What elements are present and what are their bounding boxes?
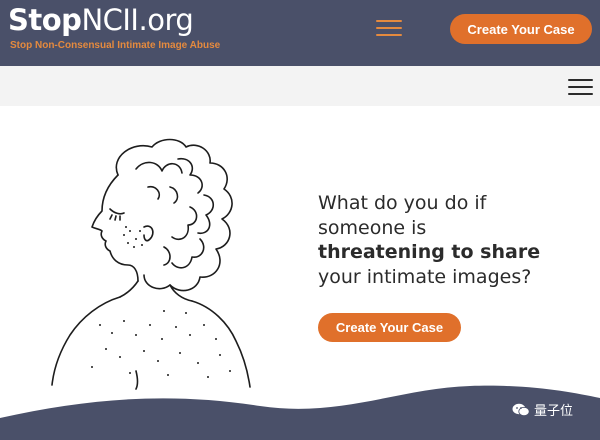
footer-wave [0, 385, 600, 440]
menu-bar [568, 86, 593, 88]
secondary-menu-icon[interactable] [568, 79, 593, 95]
hero-headline: What do you do if someone is threatening … [318, 191, 578, 289]
menu-bar [568, 93, 593, 95]
site-header: StopNCII.org Stop Non-Consensual Intimat… [0, 0, 600, 66]
watermark-text: 量子位 [534, 403, 574, 418]
menu-bar [568, 79, 593, 81]
menu-bar [376, 20, 402, 22]
menu-bar [376, 27, 402, 29]
headline-outro: your intimate images? [318, 265, 532, 288]
watermark: 量子位 [512, 400, 573, 419]
wechat-icon [512, 403, 530, 416]
site-tagline: Stop Non-Consensual Intimate Image Abuse [10, 40, 221, 51]
header-create-case-button[interactable]: Create Your Case [450, 14, 592, 44]
hero-create-case-button[interactable]: Create Your Case [318, 313, 461, 342]
secondary-nav-bar [0, 66, 600, 106]
headline-emphasis: threatening to share [318, 241, 541, 263]
logo-bold-text: Stop [8, 3, 82, 37]
woman-illustration [51, 138, 251, 390]
logo-rest-text: NCII.org [81, 3, 194, 37]
menu-bar [376, 34, 402, 36]
header-menu-icon[interactable] [376, 20, 402, 36]
headline-intro: What do you do if someone is [318, 192, 487, 239]
site-logo[interactable]: StopNCII.org [8, 2, 194, 38]
